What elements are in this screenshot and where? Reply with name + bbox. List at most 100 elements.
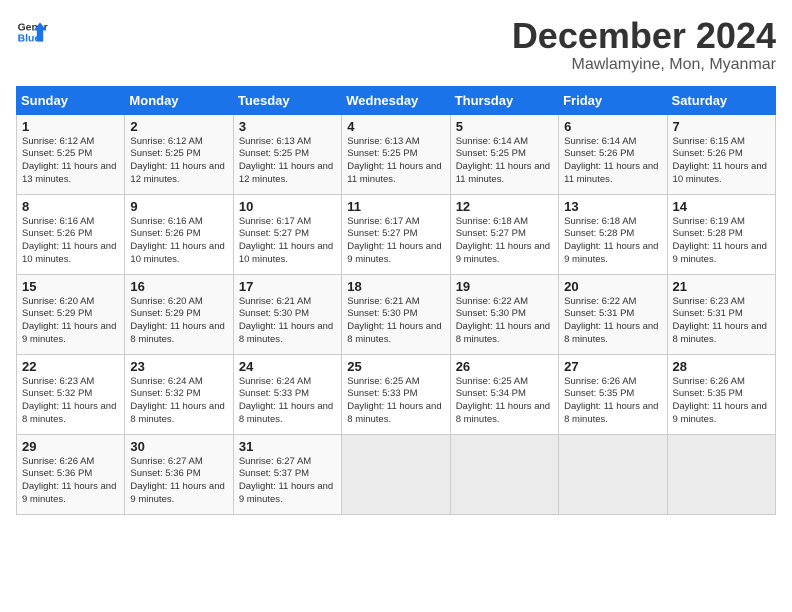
day-number: 1 <box>22 119 119 134</box>
day-number: 9 <box>130 199 227 214</box>
calendar-cell: 11 Sunrise: 6:17 AMSunset: 5:27 PMDaylig… <box>342 194 450 274</box>
day-number: 17 <box>239 279 336 294</box>
calendar-cell: 10 Sunrise: 6:17 AMSunset: 5:27 PMDaylig… <box>233 194 341 274</box>
cell-info: Sunrise: 6:20 AMSunset: 5:29 PMDaylight:… <box>22 296 116 345</box>
day-number: 26 <box>456 359 553 374</box>
calendar-body: 1 Sunrise: 6:12 AMSunset: 5:25 PMDayligh… <box>17 114 776 514</box>
cell-info: Sunrise: 6:17 AMSunset: 5:27 PMDaylight:… <box>347 216 441 265</box>
calendar-cell: 19 Sunrise: 6:22 AMSunset: 5:30 PMDaylig… <box>450 274 558 354</box>
calendar-cell <box>450 434 558 514</box>
day-number: 30 <box>130 439 227 454</box>
cell-info: Sunrise: 6:12 AMSunset: 5:25 PMDaylight:… <box>22 136 116 185</box>
calendar-cell: 18 Sunrise: 6:21 AMSunset: 5:30 PMDaylig… <box>342 274 450 354</box>
cell-info: Sunrise: 6:17 AMSunset: 5:27 PMDaylight:… <box>239 216 333 265</box>
logo: General Blue <box>16 16 48 48</box>
calendar-cell <box>342 434 450 514</box>
calendar-cell: 28 Sunrise: 6:26 AMSunset: 5:35 PMDaylig… <box>667 354 775 434</box>
day-number: 5 <box>456 119 553 134</box>
day-number: 8 <box>22 199 119 214</box>
day-number: 20 <box>564 279 661 294</box>
cell-info: Sunrise: 6:12 AMSunset: 5:25 PMDaylight:… <box>130 136 224 185</box>
cell-info: Sunrise: 6:25 AMSunset: 5:33 PMDaylight:… <box>347 376 441 425</box>
calendar-cell: 13 Sunrise: 6:18 AMSunset: 5:28 PMDaylig… <box>559 194 667 274</box>
day-number: 25 <box>347 359 444 374</box>
day-number: 7 <box>673 119 770 134</box>
calendar-cell: 31 Sunrise: 6:27 AMSunset: 5:37 PMDaylig… <box>233 434 341 514</box>
cell-info: Sunrise: 6:27 AMSunset: 5:37 PMDaylight:… <box>239 456 333 505</box>
calendar-cell <box>559 434 667 514</box>
cell-info: Sunrise: 6:21 AMSunset: 5:30 PMDaylight:… <box>239 296 333 345</box>
cell-info: Sunrise: 6:22 AMSunset: 5:30 PMDaylight:… <box>456 296 550 345</box>
calendar-week-4: 22 Sunrise: 6:23 AMSunset: 5:32 PMDaylig… <box>17 354 776 434</box>
day-number: 13 <box>564 199 661 214</box>
calendar-cell: 8 Sunrise: 6:16 AMSunset: 5:26 PMDayligh… <box>17 194 125 274</box>
cell-info: Sunrise: 6:24 AMSunset: 5:32 PMDaylight:… <box>130 376 224 425</box>
calendar-cell: 3 Sunrise: 6:13 AMSunset: 5:25 PMDayligh… <box>233 114 341 194</box>
page-header: General Blue December 2024 Mawlamyine, M… <box>16 16 776 74</box>
cell-info: Sunrise: 6:26 AMSunset: 5:36 PMDaylight:… <box>22 456 116 505</box>
cell-info: Sunrise: 6:19 AMSunset: 5:28 PMDaylight:… <box>673 216 767 265</box>
logo-icon: General Blue <box>16 16 48 48</box>
month-title: December 2024 <box>512 16 776 56</box>
calendar-cell: 7 Sunrise: 6:15 AMSunset: 5:26 PMDayligh… <box>667 114 775 194</box>
cell-info: Sunrise: 6:23 AMSunset: 5:32 PMDaylight:… <box>22 376 116 425</box>
day-number: 6 <box>564 119 661 134</box>
cell-info: Sunrise: 6:26 AMSunset: 5:35 PMDaylight:… <box>673 376 767 425</box>
day-number: 29 <box>22 439 119 454</box>
calendar-cell: 12 Sunrise: 6:18 AMSunset: 5:27 PMDaylig… <box>450 194 558 274</box>
calendar-cell: 20 Sunrise: 6:22 AMSunset: 5:31 PMDaylig… <box>559 274 667 354</box>
day-number: 28 <box>673 359 770 374</box>
calendar-cell: 25 Sunrise: 6:25 AMSunset: 5:33 PMDaylig… <box>342 354 450 434</box>
day-number: 31 <box>239 439 336 454</box>
location-subtitle: Mawlamyine, Mon, Myanmar <box>512 56 776 74</box>
cell-info: Sunrise: 6:23 AMSunset: 5:31 PMDaylight:… <box>673 296 767 345</box>
column-header-thursday: Thursday <box>450 86 558 114</box>
calendar-cell: 17 Sunrise: 6:21 AMSunset: 5:30 PMDaylig… <box>233 274 341 354</box>
calendar-cell: 27 Sunrise: 6:26 AMSunset: 5:35 PMDaylig… <box>559 354 667 434</box>
calendar-cell: 2 Sunrise: 6:12 AMSunset: 5:25 PMDayligh… <box>125 114 233 194</box>
day-number: 15 <box>22 279 119 294</box>
cell-info: Sunrise: 6:24 AMSunset: 5:33 PMDaylight:… <box>239 376 333 425</box>
day-number: 18 <box>347 279 444 294</box>
calendar-cell: 14 Sunrise: 6:19 AMSunset: 5:28 PMDaylig… <box>667 194 775 274</box>
cell-info: Sunrise: 6:14 AMSunset: 5:25 PMDaylight:… <box>456 136 550 185</box>
calendar-header-row: SundayMondayTuesdayWednesdayThursdayFrid… <box>17 86 776 114</box>
cell-info: Sunrise: 6:15 AMSunset: 5:26 PMDaylight:… <box>673 136 767 185</box>
day-number: 16 <box>130 279 227 294</box>
day-number: 21 <box>673 279 770 294</box>
day-number: 14 <box>673 199 770 214</box>
cell-info: Sunrise: 6:25 AMSunset: 5:34 PMDaylight:… <box>456 376 550 425</box>
calendar-week-5: 29 Sunrise: 6:26 AMSunset: 5:36 PMDaylig… <box>17 434 776 514</box>
cell-info: Sunrise: 6:14 AMSunset: 5:26 PMDaylight:… <box>564 136 658 185</box>
day-number: 3 <box>239 119 336 134</box>
calendar-cell: 26 Sunrise: 6:25 AMSunset: 5:34 PMDaylig… <box>450 354 558 434</box>
cell-info: Sunrise: 6:18 AMSunset: 5:28 PMDaylight:… <box>564 216 658 265</box>
calendar-cell: 21 Sunrise: 6:23 AMSunset: 5:31 PMDaylig… <box>667 274 775 354</box>
calendar-cell: 24 Sunrise: 6:24 AMSunset: 5:33 PMDaylig… <box>233 354 341 434</box>
cell-info: Sunrise: 6:16 AMSunset: 5:26 PMDaylight:… <box>22 216 116 265</box>
column-header-saturday: Saturday <box>667 86 775 114</box>
cell-info: Sunrise: 6:21 AMSunset: 5:30 PMDaylight:… <box>347 296 441 345</box>
column-header-friday: Friday <box>559 86 667 114</box>
calendar-cell: 15 Sunrise: 6:20 AMSunset: 5:29 PMDaylig… <box>17 274 125 354</box>
cell-info: Sunrise: 6:26 AMSunset: 5:35 PMDaylight:… <box>564 376 658 425</box>
column-header-tuesday: Tuesday <box>233 86 341 114</box>
cell-info: Sunrise: 6:16 AMSunset: 5:26 PMDaylight:… <box>130 216 224 265</box>
title-block: December 2024 Mawlamyine, Mon, Myanmar <box>512 16 776 74</box>
calendar-cell <box>667 434 775 514</box>
cell-info: Sunrise: 6:27 AMSunset: 5:36 PMDaylight:… <box>130 456 224 505</box>
calendar-cell: 30 Sunrise: 6:27 AMSunset: 5:36 PMDaylig… <box>125 434 233 514</box>
cell-info: Sunrise: 6:20 AMSunset: 5:29 PMDaylight:… <box>130 296 224 345</box>
calendar-table: SundayMondayTuesdayWednesdayThursdayFrid… <box>16 86 776 515</box>
day-number: 4 <box>347 119 444 134</box>
calendar-cell: 6 Sunrise: 6:14 AMSunset: 5:26 PMDayligh… <box>559 114 667 194</box>
cell-info: Sunrise: 6:13 AMSunset: 5:25 PMDaylight:… <box>347 136 441 185</box>
day-number: 12 <box>456 199 553 214</box>
column-header-wednesday: Wednesday <box>342 86 450 114</box>
day-number: 24 <box>239 359 336 374</box>
column-header-sunday: Sunday <box>17 86 125 114</box>
calendar-week-2: 8 Sunrise: 6:16 AMSunset: 5:26 PMDayligh… <box>17 194 776 274</box>
day-number: 19 <box>456 279 553 294</box>
calendar-week-3: 15 Sunrise: 6:20 AMSunset: 5:29 PMDaylig… <box>17 274 776 354</box>
calendar-cell: 4 Sunrise: 6:13 AMSunset: 5:25 PMDayligh… <box>342 114 450 194</box>
